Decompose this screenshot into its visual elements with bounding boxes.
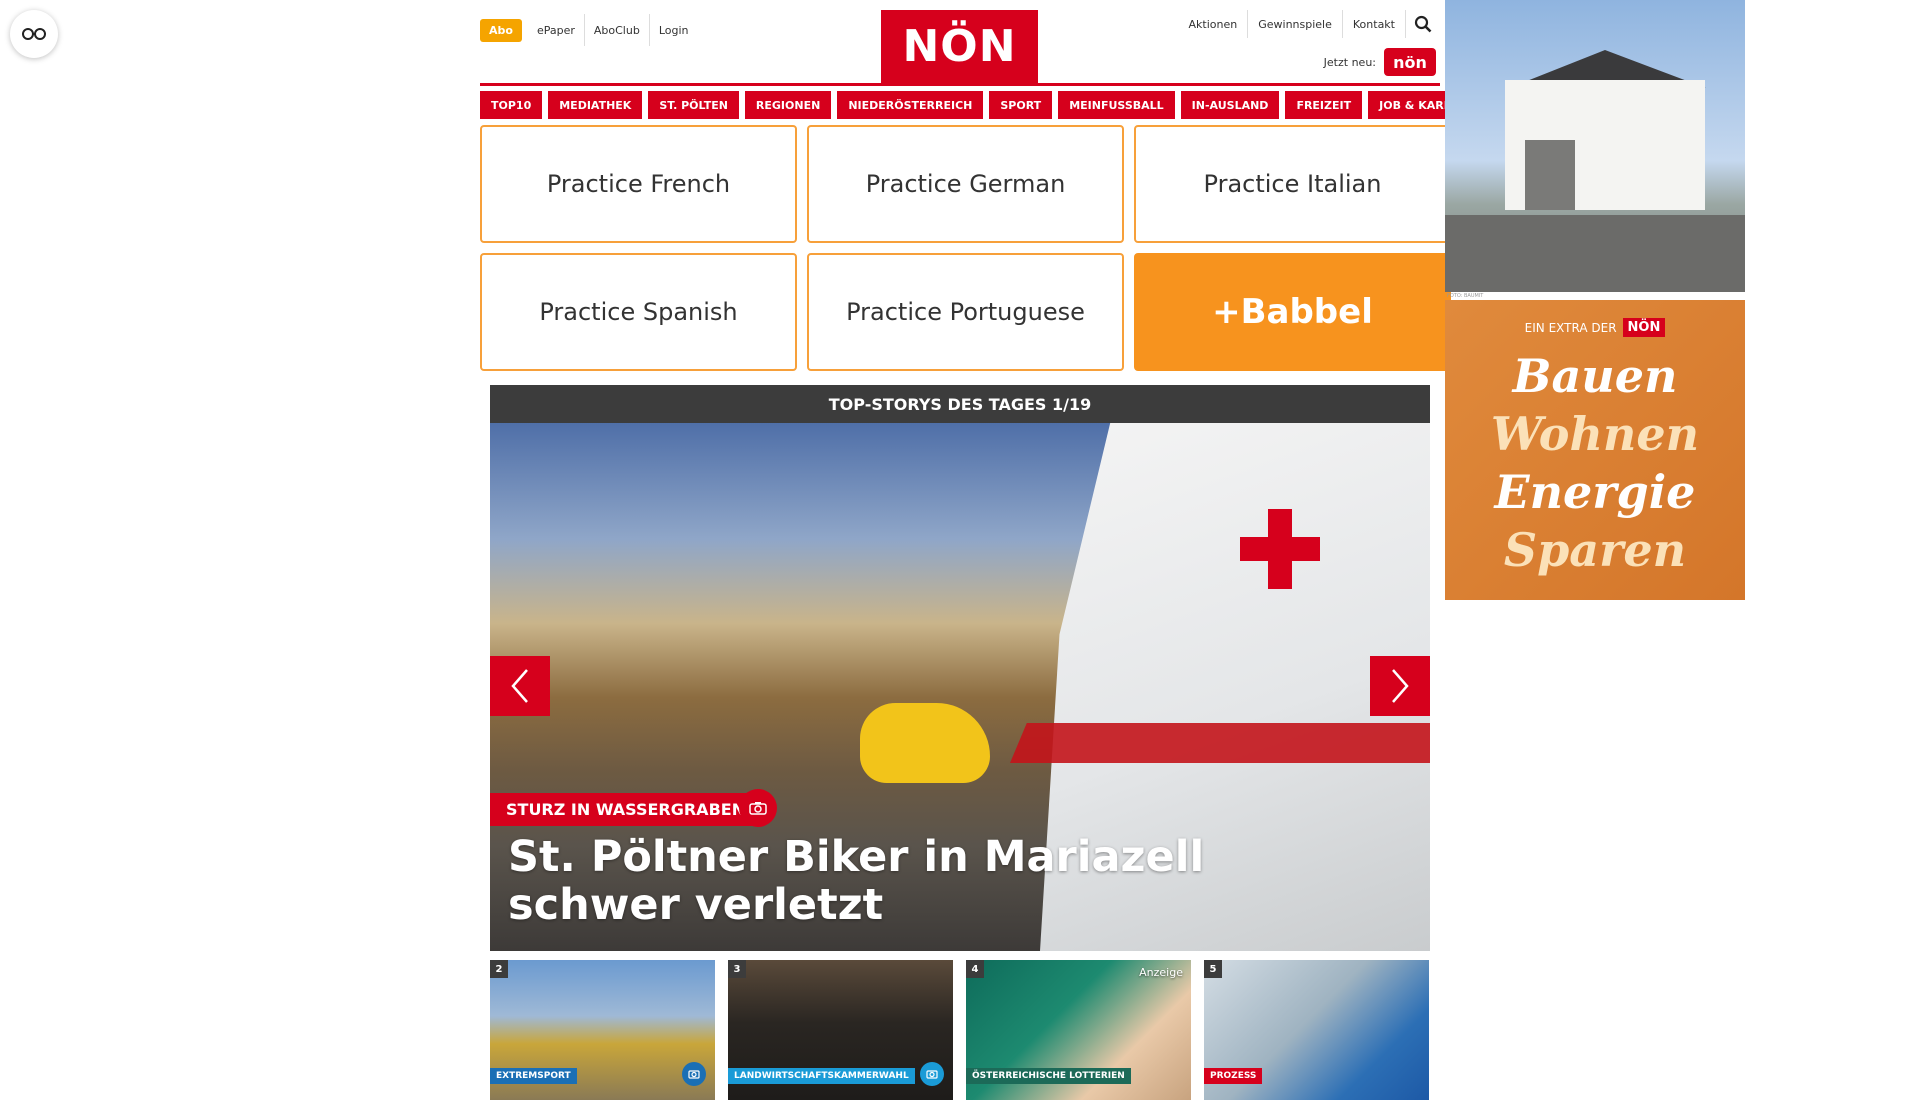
chevron-right-icon [1392,669,1409,703]
promo-header: EIN EXTRA DER NÖN [1445,318,1745,337]
promo-line: Bauen [1512,349,1678,403]
hero-title[interactable]: St. Pöltner Biker in Mariazell schwer ve… [508,833,1388,929]
main-nav: TOP10 MEDIATHEK ST. PÖLTEN REGIONEN NIED… [480,91,1491,119]
chevron-left-icon [511,669,528,703]
nav-item-in-ausland[interactable]: IN-AUSLAND [1180,91,1280,119]
story-thumb[interactable]: 5 PROZESS [1204,960,1429,1100]
camera-icon [920,1062,944,1086]
camera-icon[interactable] [739,789,777,827]
thumb-number: 4 [966,960,984,978]
bauen-wohnen-promo[interactable]: EIN EXTRA DER NÖN Bauen Wohnen Energie S… [1445,300,1745,600]
thumb-tag: ÖSTERREICHISCHE LOTTERIEN [966,1068,1131,1084]
story-thumbnails: 2 EXTREMSPORT 3 LANDWIRTSCHAFTSKAMMERWAH… [490,960,1430,1100]
babbel-ad: ▷ ✕ Practice French Practice German Prac… [480,125,1451,375]
promo-line: Energie [1494,465,1696,519]
reader-mode-button[interactable] [10,10,58,58]
nav-item-mediathek[interactable]: MEDIATHEK [548,91,643,119]
site-logo[interactable]: NÖN [881,10,1038,83]
helicopter-image [860,703,990,783]
header-divider [480,83,1440,86]
thumb-number: 5 [1204,960,1222,978]
thumb-tag: PROZESS [1204,1068,1263,1084]
top-stories: TOP-STORYS DES TAGES 1/19 STURZ IN WASSE… [490,385,1430,1100]
nav-item-regionen[interactable]: REGIONEN [744,91,832,119]
jetzt-neu: Jetzt neu: nön [1324,48,1436,76]
red-cross-icon [1240,509,1320,589]
next-arrow-button[interactable] [1370,656,1430,716]
nav-item-freizeit[interactable]: FREIZEIT [1285,91,1363,119]
promo-brand: NÖN [1622,318,1666,337]
ad-cell-french[interactable]: Practice French [480,125,797,243]
search-icon[interactable] [1405,10,1440,38]
aboclub-link[interactable]: AboClub [583,14,649,46]
story-thumb[interactable]: 2 EXTREMSPORT [490,960,715,1100]
promo-head-label: EIN EXTRA DER [1524,320,1617,335]
epaper-link[interactable]: ePaper [528,14,584,46]
ad-label: Anzeige [1139,966,1183,979]
house-ad-image[interactable] [1445,0,1745,292]
kontakt-link[interactable]: Kontakt [1341,10,1405,38]
top-right-links: Aktionen Gewinnspiele Kontakt [1179,10,1440,38]
babbel-logo[interactable]: +Babbel [1134,253,1451,371]
promo-line: Sparen [1503,523,1687,577]
promo-line: Wohnen [1490,407,1700,461]
nav-item-sport[interactable]: SPORT [989,91,1053,119]
hero-tag[interactable]: STURZ IN WASSERGRABEN [490,793,762,826]
gewinnspiele-link[interactable]: Gewinnspiele [1247,10,1342,38]
nav-item-top10[interactable]: TOP10 [480,91,543,119]
house-road [1445,215,1745,292]
aktionen-link[interactable]: Aktionen [1179,10,1248,38]
top-left-links: Abo ePaper AboClub Login [480,14,698,46]
photo-credit: FOTO: BAUMIT [1447,293,1484,299]
nav-item-meinfussball[interactable]: MEINFUSSBALL [1058,91,1175,119]
ad-cell-portuguese[interactable]: Practice Portuguese [807,253,1124,371]
abo-link[interactable]: Abo [480,18,522,42]
camera-icon [682,1062,706,1086]
thumb-tag: EXTREMSPORT [490,1068,577,1084]
nav-item-niederoesterreich[interactable]: NIEDERÖSTERREICH [837,91,984,119]
hero-story[interactable]: STURZ IN WASSERGRABEN St. Pöltner Biker … [490,423,1430,951]
ad-cell-spanish[interactable]: Practice Spanish [480,253,797,371]
ad-cell-italian[interactable]: Practice Italian [1134,125,1451,243]
house-garage [1525,140,1575,210]
ambulance-stripe [1010,723,1430,763]
thumb-number: 3 [728,960,746,978]
ad-cell-german[interactable]: Practice German [807,125,1124,243]
jetzt-badge[interactable]: nön [1384,48,1436,76]
nav-item-st-poelten[interactable]: ST. PÖLTEN [648,91,739,119]
top-stories-heading: TOP-STORYS DES TAGES 1/19 [490,385,1430,423]
thumb-tag: LANDWIRTSCHAFTSKAMMERWAHL [728,1068,915,1084]
story-thumb[interactable]: 4 Anzeige ÖSTERREICHISCHE LOTTERIEN [966,960,1191,1100]
glasses-icon [22,28,46,40]
thumb-number: 2 [490,960,508,978]
page-container: Abo ePaper AboClub Login NÖN Aktionen Ge… [480,0,1491,1100]
login-link[interactable]: Login [648,14,698,46]
jetzt-label: Jetzt neu: [1323,55,1376,69]
prev-arrow-button[interactable] [490,656,550,716]
story-thumb[interactable]: 3 LANDWIRTSCHAFTSKAMMERWAHL [728,960,953,1100]
